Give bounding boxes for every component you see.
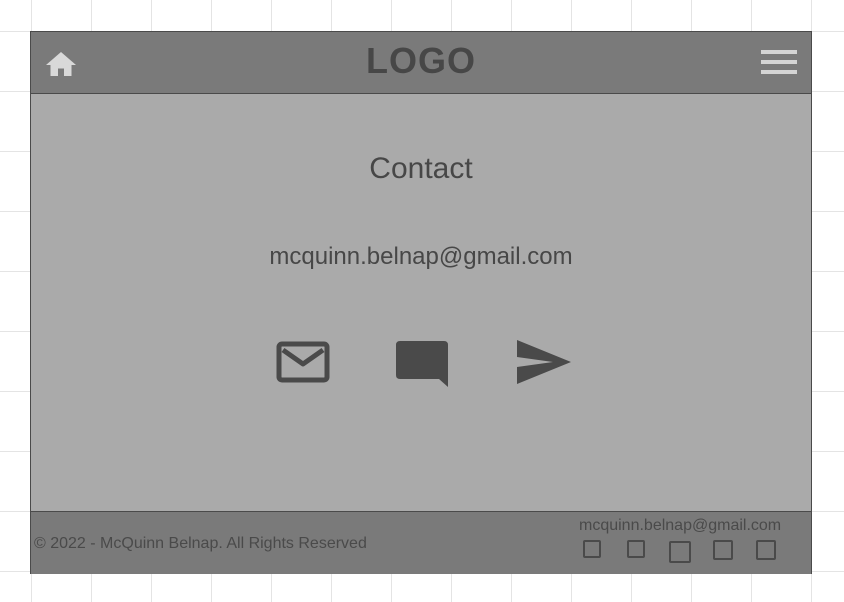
footer: © 2022 - McQuinn Belnap. All Rights Rese…	[31, 511, 811, 574]
social-link-3-square-icon[interactable]	[669, 541, 691, 563]
social-links	[581, 538, 791, 563]
social-link-5-square-icon[interactable]	[756, 540, 776, 560]
contact-email[interactable]: mcquinn.belnap@gmail.com	[31, 243, 811, 271]
paper-plane-icon[interactable]	[515, 332, 571, 392]
footer-email[interactable]: mcquinn.belnap@gmail.com	[579, 517, 781, 535]
contact-actions	[31, 332, 811, 392]
social-link-1-square-icon[interactable]	[583, 540, 601, 558]
page-title: Contact	[369, 152, 473, 185]
hamburger-menu-icon[interactable]	[761, 49, 797, 75]
logo[interactable]: LOGO	[31, 40, 811, 82]
chat-bubble-icon[interactable]	[395, 332, 451, 392]
header: LOGO	[31, 32, 811, 94]
social-link-4-square-icon[interactable]	[713, 540, 733, 560]
wireframe: LOGO Contact mcquinn.belnap@gmail.com © …	[30, 31, 812, 574]
copyright-text: © 2022 - McQuinn Belnap. All Rights Rese…	[34, 535, 367, 552]
envelope-icon[interactable]	[275, 332, 331, 392]
social-link-2-square-icon[interactable]	[627, 540, 645, 558]
